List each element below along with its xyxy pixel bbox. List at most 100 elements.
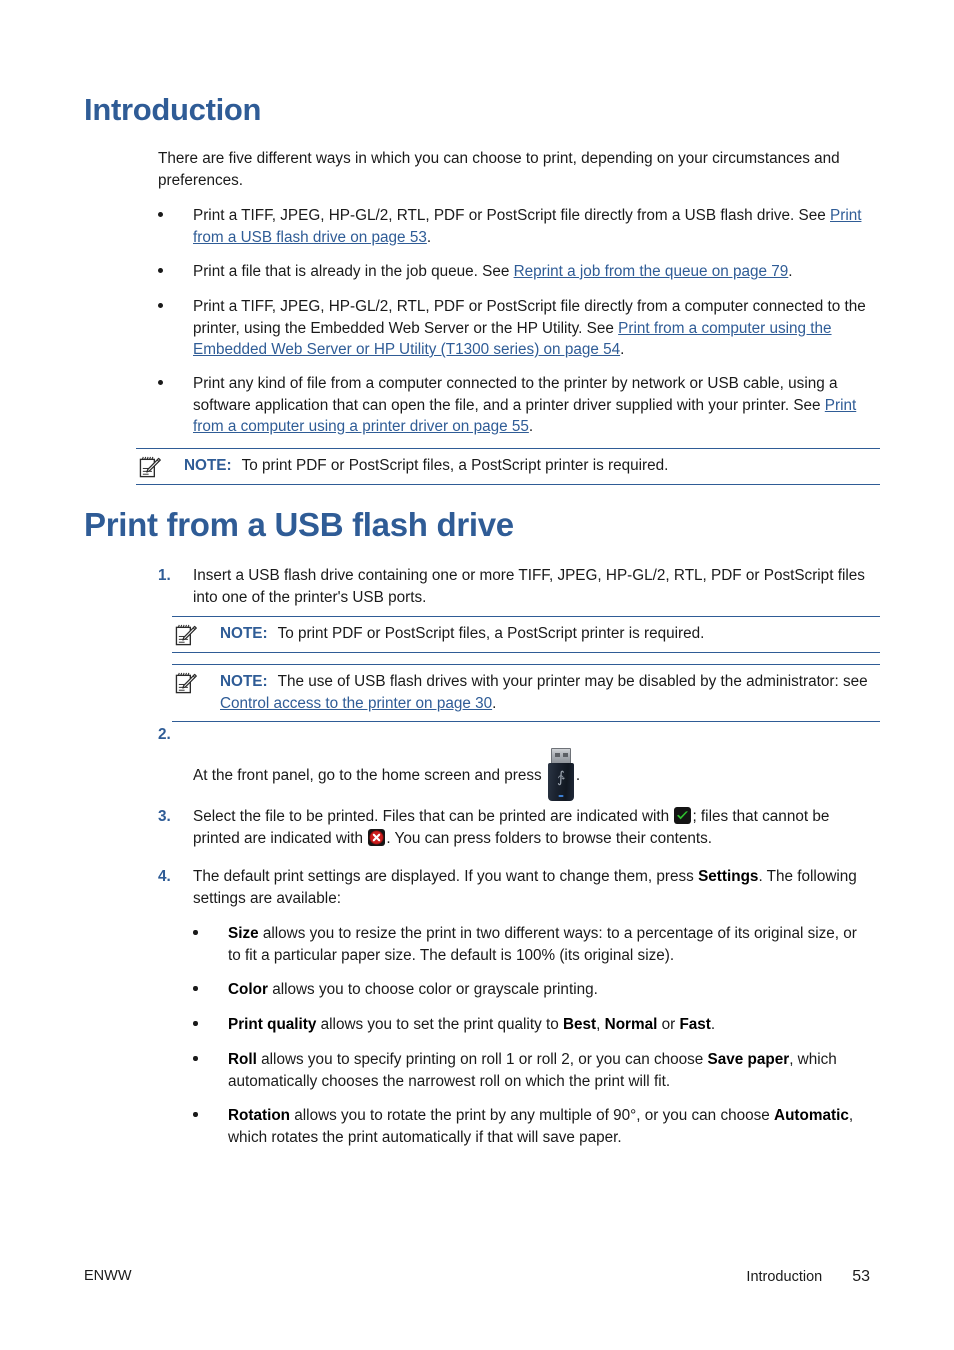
bullet-text-before: Print any kind of file from a computer c… — [193, 375, 838, 414]
bullet-marker — [158, 268, 163, 273]
list-item: Print quality allows you to set the prin… — [193, 1014, 873, 1036]
step-text: At the front panel, go to the home scree… — [193, 724, 874, 801]
quality-option-best: Best — [562, 1016, 597, 1033]
bullet-marker — [193, 1112, 198, 1117]
setting-description: allows you to resize the print in two di… — [228, 925, 857, 964]
list-item: Print a file that is already in the job … — [158, 261, 874, 283]
setting-term: Roll — [228, 1051, 257, 1068]
numbered-step: 1. Insert a USB flash drive containing o… — [158, 565, 874, 608]
usb-body: ∱ — [547, 763, 574, 801]
list-item: Roll allows you to specify printing on r… — [193, 1049, 873, 1092]
section-heading-usb: Print from a USB flash drive — [84, 506, 514, 543]
bullet-content: Roll allows you to specify printing on r… — [228, 1049, 873, 1092]
list-item: Print any kind of file from a computer c… — [158, 373, 874, 438]
step-number: 3. — [158, 808, 171, 825]
numbered-step: 3. Select the file to be printed. Files … — [158, 806, 874, 849]
bullet-marker — [193, 1021, 198, 1026]
setting-term: Print quality — [228, 1016, 317, 1033]
document-page: Introduction There are five different wa… — [0, 0, 954, 1350]
step-text: Insert a USB flash drive containing one … — [193, 567, 865, 606]
setting-description: allows you to choose color or grayscale … — [267, 981, 598, 998]
note-label: NOTE: — [184, 457, 232, 474]
setting-term: Rotation — [228, 1107, 291, 1124]
note-text-after: . — [492, 694, 497, 712]
setting-description-a: allows you to set the print quality to — [316, 1016, 563, 1033]
usb-led — [558, 794, 564, 797]
rotation-option-automatic: Automatic — [774, 1107, 849, 1124]
cross-reference-link[interactable]: Control access to the printer on page 30 — [220, 695, 492, 712]
cross-reference-link[interactable]: Reprint a job from the queue on page 79 — [514, 263, 789, 280]
roll-option-save-paper: Save paper — [707, 1051, 790, 1068]
quality-option-normal: Normal — [604, 1016, 658, 1033]
bullet-content: Print a file that is already in the job … — [193, 261, 874, 283]
setting-description-b: , — [596, 1016, 605, 1033]
note-box: NOTE: To print PDF or PostScript files, a… — [172, 616, 880, 653]
red-cross-icon — [368, 828, 386, 846]
note-text-before: The use of USB flash drives with your pr… — [277, 673, 868, 690]
setting-description-d: . — [710, 1016, 716, 1033]
bullet-marker — [158, 303, 163, 308]
numbered-step: 4. The default print settings are displa… — [158, 866, 858, 909]
bullet-marker — [193, 1056, 198, 1061]
setting-term: Size — [228, 925, 259, 942]
step3-text-a: Select the file to be printed. Files tha… — [193, 808, 670, 825]
setting-description-a: allows you to specify printing on roll 1… — [256, 1051, 708, 1068]
step-number: 2. — [158, 726, 171, 743]
bullet-content: Rotation allows you to rotate the print … — [228, 1105, 873, 1148]
bullet-text-before: Print a file that is already in the job … — [193, 263, 514, 280]
note-label: NOTE: — [220, 673, 268, 690]
step-number: 4. — [158, 868, 171, 885]
numbered-step: 2. At the front panel, go to the home sc… — [158, 724, 874, 801]
note-label: NOTE: — [220, 625, 268, 642]
setting-description-c: or — [657, 1016, 680, 1033]
step4-text-a: The default print settings are displayed… — [193, 868, 699, 885]
step-number: 1. — [158, 567, 171, 584]
bullet-text-after: . — [426, 228, 432, 246]
green-check-icon — [674, 807, 692, 824]
bullet-marker — [158, 212, 163, 217]
bullet-text-after: . — [620, 341, 625, 358]
notepad-pencil-icon — [139, 456, 162, 479]
list-item: Print a TIFF, JPEG, HP-GL/2, RTL, PDF or… — [158, 296, 874, 361]
bullet-marker — [193, 986, 198, 991]
introduction-paragraph: There are five different ways in which y… — [158, 150, 840, 189]
bullet-content: Print a TIFF, JPEG, HP-GL/2, RTL, PDF or… — [193, 296, 874, 361]
setting-description-a: allows you to rotate the print by any mu… — [290, 1107, 775, 1124]
footer-section-name: Introduction — [746, 1269, 823, 1285]
usb-flash-drive-icon[interactable]: ∱ — [547, 748, 574, 801]
footer-page-number: 53 — [852, 1268, 870, 1285]
note-box: NOTE: To print PDF or PostScript files, a… — [136, 448, 880, 485]
list-item: Size allows you to resize the print in t… — [193, 923, 873, 966]
step2-text: At the front panel, go to the home scree… — [193, 767, 542, 784]
bullet-text-before: Print a TIFF, JPEG, HP-GL/2, RTL, PDF or… — [193, 207, 831, 224]
bullet-text-after: . — [788, 263, 793, 280]
bullet-marker — [158, 380, 163, 385]
note-text: The use of USB flash drives with your pr… — [220, 673, 868, 712]
notepad-pencil-icon — [175, 624, 198, 647]
footer-section: Introduction 53 — [746, 1268, 870, 1286]
bullet-marker — [193, 930, 198, 935]
note-box: NOTE: The use of USB flash drives with yo… — [172, 664, 880, 722]
usb-trident-symbol: ∱ — [556, 769, 565, 786]
quality-option-fast: Fast — [679, 1016, 711, 1033]
bullet-text-after: . — [528, 418, 534, 435]
note-text: To print PDF or PostScript files, a Post… — [277, 625, 705, 642]
setting-term: Color — [228, 981, 268, 998]
bullet-content: Size allows you to resize the print in t… — [228, 923, 873, 966]
step-text: The default print settings are displayed… — [193, 866, 858, 909]
settings-button-reference: Settings — [698, 868, 759, 885]
bullet-content: Print quality allows you to set the prin… — [228, 1014, 873, 1036]
note-text: To print PDF or PostScript files, a Post… — [241, 457, 669, 474]
footer-locale: ENWW — [84, 1268, 132, 1284]
step-text: Select the file to be printed. Files tha… — [193, 806, 874, 849]
bullet-content: Color allows you to choose color or gray… — [228, 979, 873, 1001]
list-item: Rotation allows you to rotate the print … — [193, 1105, 873, 1148]
step2-text-after: . — [575, 767, 581, 784]
list-item: Color allows you to choose color or gray… — [193, 979, 873, 1001]
bullet-content: Print a TIFF, JPEG, HP-GL/2, RTL, PDF or… — [193, 205, 874, 248]
page-title: Introduction — [84, 92, 262, 127]
step3-text-c: . You can press folders to browse their … — [386, 829, 712, 847]
bullet-content: Print any kind of file from a computer c… — [193, 373, 874, 438]
notepad-pencil-icon — [175, 672, 198, 695]
list-item: Print a TIFF, JPEG, HP-GL/2, RTL, PDF or… — [158, 205, 874, 248]
